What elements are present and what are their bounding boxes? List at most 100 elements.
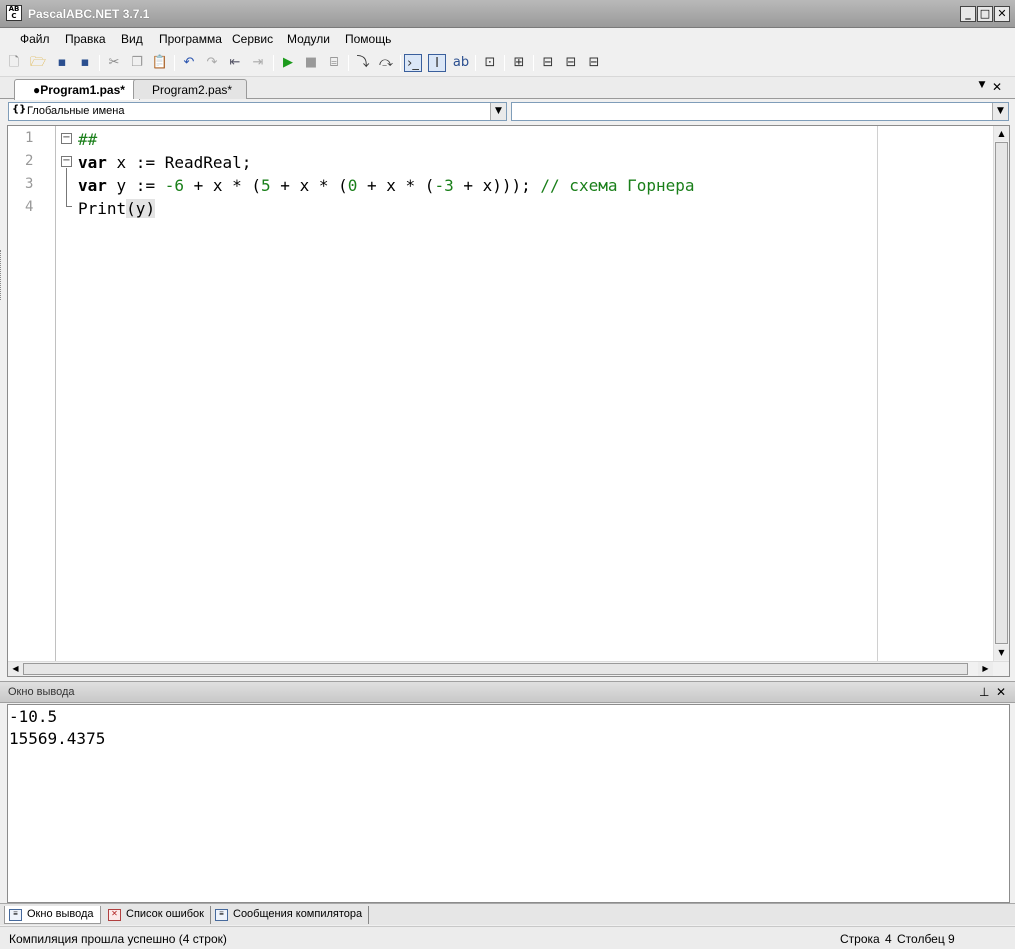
copy-icon[interactable]: ❐: [128, 54, 146, 72]
maximize-button[interactable]: □: [977, 6, 993, 22]
code-token: var: [78, 176, 107, 195]
menu-bar: Файл Правка Вид Программа Сервис Модули …: [0, 28, 1015, 50]
title-bar: AB C PascalABC.NET 3.7.1 _ □ ✕: [0, 0, 1015, 28]
scroll-left-icon[interactable]: ◀: [8, 662, 23, 676]
bottom-panel-tabs: ≡ Окно вывода ✕ Список ошибок ≡ Сообщени…: [0, 903, 1015, 925]
debug-window-icon[interactable]: ⊡: [481, 54, 499, 72]
compile-icon[interactable]: ⌸: [325, 54, 343, 72]
tab-output-window[interactable]: ≡ Окно вывода: [4, 906, 101, 924]
step-into-icon[interactable]: ⤵: [354, 54, 372, 72]
code-token: // схема Горнера: [540, 176, 695, 195]
menu-service[interactable]: Сервис: [232, 32, 273, 46]
form-designer-3-icon[interactable]: ⊟: [585, 54, 603, 72]
scope-combo-value: Глобальные имена: [27, 105, 125, 117]
output-window-icon: ≡: [9, 909, 22, 921]
scroll-thumb[interactable]: [23, 663, 968, 675]
code-token: -6: [164, 176, 184, 195]
code-token: 0: [347, 176, 358, 195]
vertical-scrollbar[interactable]: ▲ ▼: [993, 126, 1009, 662]
menu-view[interactable]: Вид: [121, 32, 143, 46]
tab-label: Окно вывода: [27, 908, 94, 920]
cut-icon[interactable]: ✂: [105, 54, 123, 72]
collapse-icon[interactable]: −: [61, 156, 72, 167]
member-combo[interactable]: ▼: [511, 102, 1009, 121]
scope-combo[interactable]: {} Глобальные имена ▼: [8, 102, 507, 121]
run-icon[interactable]: ▶: [279, 54, 297, 72]
output-window[interactable]: -10.5 15569.4375: [7, 704, 1010, 903]
code-token: + x * (: [183, 176, 262, 195]
status-row-value: 4: [885, 932, 892, 946]
horizontal-scrollbar[interactable]: ◀ ▶: [8, 661, 1009, 676]
code-template-icon[interactable]: ⊞: [510, 54, 528, 72]
tab-label: Сообщения компилятора: [233, 908, 363, 920]
new-file-icon[interactable]: 🗋: [5, 54, 23, 72]
code-token: var: [78, 153, 107, 172]
undo-icon[interactable]: ↶: [180, 54, 198, 72]
code-token: (y): [126, 199, 156, 218]
fold-guide: [66, 206, 72, 207]
scroll-right-icon[interactable]: ▶: [978, 662, 993, 676]
code-token: x := ReadReal;: [106, 153, 252, 172]
stop-icon[interactable]: ■: [302, 54, 320, 72]
scroll-down-icon[interactable]: ▼: [994, 645, 1009, 660]
compiler-messages-icon: ≡: [215, 909, 228, 921]
window-title: PascalABC.NET 3.7.1: [28, 7, 150, 21]
cursor-icon[interactable]: I: [428, 54, 446, 72]
menu-file[interactable]: Файл: [20, 32, 50, 46]
navigate-forward-icon[interactable]: ⇥: [249, 54, 267, 72]
toolbar-separator: [273, 55, 274, 71]
menu-program[interactable]: Программа: [159, 32, 222, 46]
code-token: y :=: [106, 176, 165, 195]
menu-edit[interactable]: Правка: [65, 32, 106, 46]
abc-format-icon[interactable]: ab: [452, 54, 470, 72]
chevron-down-icon[interactable]: ▼: [992, 103, 1008, 120]
right-margin-line: [877, 126, 878, 662]
tab-list-dropdown-icon[interactable]: ▼: [975, 80, 989, 90]
braces-icon: {}: [12, 104, 27, 115]
open-folder-icon[interactable]: 🗁: [29, 54, 47, 72]
code-token: 5: [261, 176, 271, 195]
menu-help[interactable]: Помощь: [345, 32, 391, 46]
toolbar-separator: [174, 55, 175, 71]
tab-program2[interactable]: Program2.pas*: [133, 79, 248, 99]
line-number: 2: [25, 153, 34, 169]
toolbar-separator: [475, 55, 476, 71]
scroll-thumb[interactable]: [995, 142, 1008, 644]
console-icon[interactable]: ›_: [404, 54, 422, 72]
scroll-up-icon[interactable]: ▲: [994, 126, 1009, 141]
save-icon[interactable]: ▪: [53, 54, 71, 72]
line-number: 1: [25, 130, 34, 146]
resize-grip: [0, 250, 3, 300]
step-over-icon[interactable]: ⤼: [377, 54, 395, 72]
redo-icon[interactable]: ↷: [203, 54, 221, 72]
toolbar-separator: [504, 55, 505, 71]
tab-compiler-messages[interactable]: ≡ Сообщения компилятора: [211, 906, 370, 924]
editor-gutter: [8, 126, 26, 662]
form-designer-icon[interactable]: ⊟: [539, 54, 557, 72]
tab-close-icon[interactable]: ✕: [990, 80, 1004, 94]
tab-program1[interactable]: ●Program1.pas*: [14, 79, 140, 100]
toolbar: 🗋 🗁 ▪ ▪ ✂ ❐ 📋 ↶ ↷ ⇤ ⇥ ▶ ■ ⌸ ⤵ ⤼ ›_ I ab …: [0, 50, 1015, 77]
fold-margin-divider: [55, 126, 56, 662]
navigation-combos: {} Глобальные имена ▼ ▼: [0, 100, 1015, 124]
form-designer-2-icon[interactable]: ⊟: [562, 54, 580, 72]
output-line: 15569.4375: [9, 729, 106, 748]
status-bar: Компиляция прошла успешно (4 строк) Стро…: [0, 926, 1015, 949]
tab-error-list[interactable]: ✕ Список ошибок: [104, 906, 211, 924]
pin-icon[interactable]: ⊥: [979, 685, 989, 699]
error-list-icon: ✕: [108, 909, 121, 921]
menu-modules[interactable]: Модули: [287, 32, 330, 46]
tab-label: Список ошибок: [126, 908, 204, 920]
code-lines: ## var x := ReadReal; var y := -6 + x * (5…: [78, 130, 695, 222]
app-icon: AB C: [6, 5, 22, 21]
save-all-icon[interactable]: ▪: [76, 54, 94, 72]
minimize-button[interactable]: _: [960, 6, 976, 22]
close-icon[interactable]: ✕: [996, 685, 1006, 699]
collapse-icon[interactable]: −: [61, 133, 72, 144]
line-number: 4: [25, 199, 34, 215]
paste-icon[interactable]: 📋: [151, 54, 169, 72]
navigate-back-icon[interactable]: ⇤: [226, 54, 244, 72]
chevron-down-icon[interactable]: ▼: [490, 103, 506, 120]
code-editor[interactable]: 1 2 3 4 − − ## var x := ReadReal; var y :=…: [7, 125, 1010, 677]
close-button[interactable]: ✕: [994, 6, 1010, 22]
